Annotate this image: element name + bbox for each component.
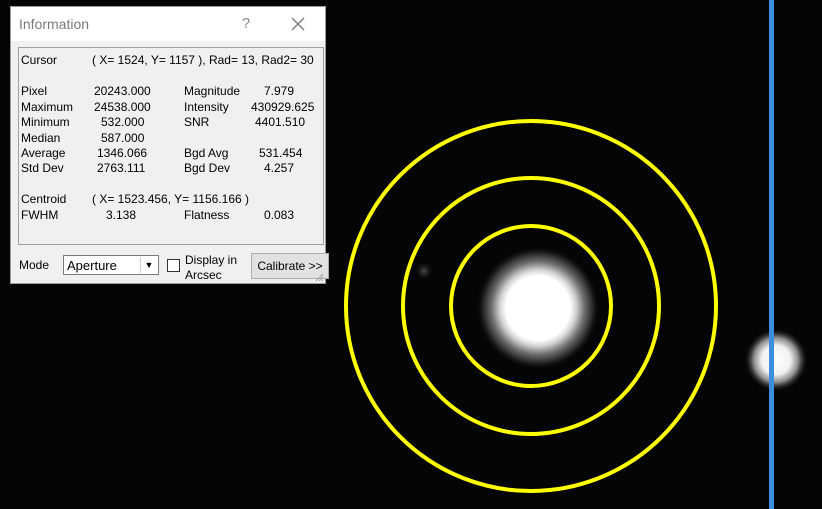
display-arcsec-label-line2: Arcsec [185,268,222,282]
std-dev-label: Std Dev [21,161,64,175]
chevron-down-icon[interactable]: ▼ [140,257,157,273]
bgd-dev-value: 4.257 [264,161,295,175]
target-star [476,246,600,370]
pixel-value: 20243.000 [94,84,151,98]
info-panel: Cursor ( X= 1524, Y= 1157 ), Rad= 13, Ra… [18,47,324,245]
median-label: Median [21,131,61,145]
intensity-value: 430929.625 [251,100,315,114]
display-arcsec-checkbox[interactable] [167,259,180,272]
maximum-value: 24538.000 [94,100,151,114]
bgd-dev-label: Bgd Dev [184,161,231,175]
median-value: 587.000 [101,131,145,145]
average-label: Average [21,146,66,160]
intensity-label: Intensity [184,100,229,114]
magnitude-value: 7.979 [264,84,295,98]
fwhm-value: 3.138 [106,208,137,222]
minimum-label: Minimum [21,115,70,129]
std-dev-value: 2763.111 [97,161,146,175]
flatness-label: Flatness [184,208,230,222]
centroid-label: Centroid [21,192,67,206]
dialog-titlebar[interactable]: Information ? [11,7,325,41]
snr-label: SNR [184,115,210,129]
flatness-value: 0.083 [264,208,295,222]
resize-grip-icon[interactable] [314,272,324,282]
mode-select[interactable]: Aperture ▼ [63,255,159,275]
magnitude-label: Magnitude [184,84,241,98]
bgd-avg-value: 531.454 [259,146,303,160]
mode-select-value: Aperture [67,258,117,273]
mode-label: Mode [19,258,50,272]
fwhm-label: FWHM [21,208,59,222]
help-button[interactable]: ? [233,14,259,34]
neighbor-star [744,328,808,392]
cursor-label: Cursor [21,53,58,67]
maximum-label: Maximum [21,100,74,114]
blue-marker-line [769,0,774,509]
average-value: 1346.066 [97,146,148,160]
dialog-title: Information [19,16,90,32]
snr-value: 4401.510 [255,115,306,129]
cursor-value: ( X= 1524, Y= 1157 ), Rad= 13, Rad2= 30 [92,53,314,67]
pixel-label: Pixel [21,84,48,98]
centroid-value: ( X= 1523.456, Y= 1156.166 ) [92,192,250,206]
close-icon [291,17,305,31]
close-button[interactable] [285,14,311,34]
minimum-value: 532.000 [101,115,145,129]
display-arcsec-label-line1: Display in [185,253,238,267]
information-dialog: Information ? Cursor ( X= 1524, Y= 1157 … [10,6,329,284]
bgd-avg-label: Bgd Avg [184,146,229,160]
faint-star [414,261,434,281]
